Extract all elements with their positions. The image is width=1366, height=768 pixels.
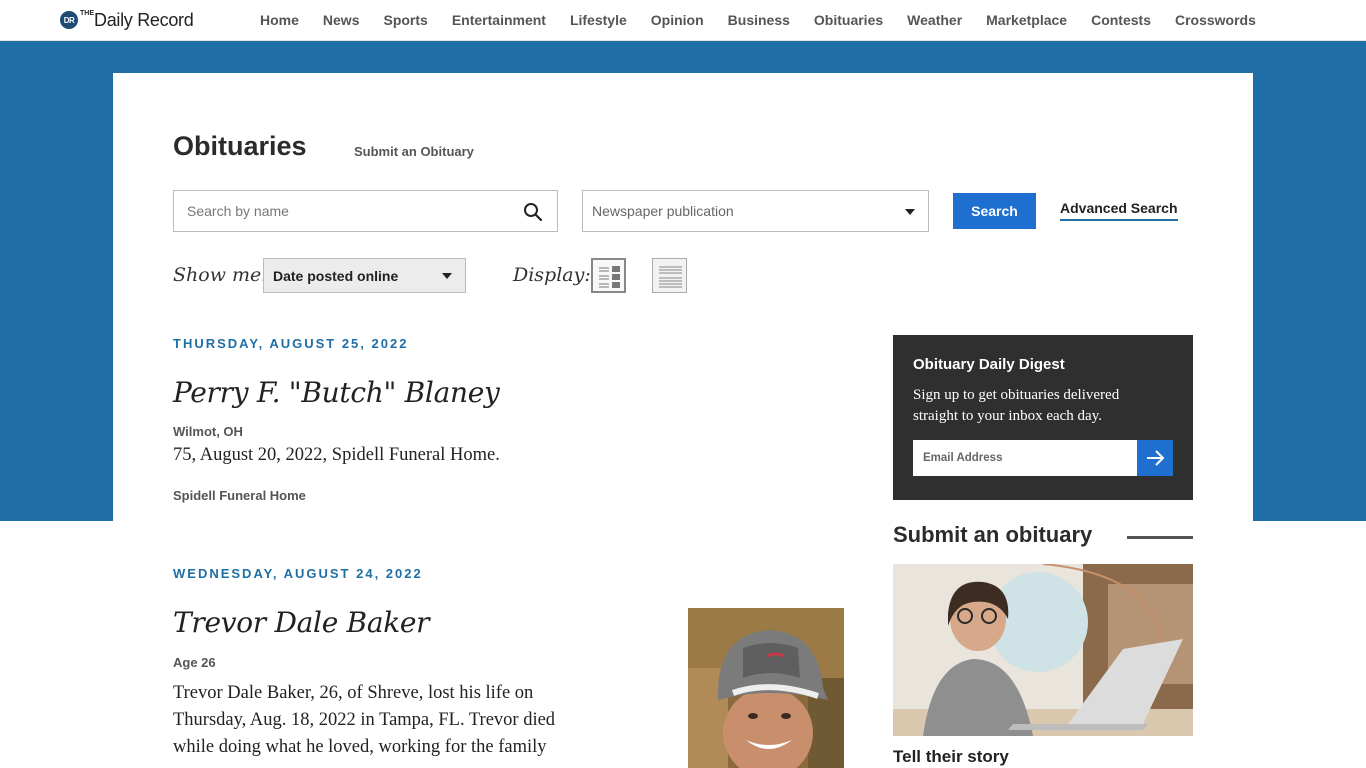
obituary-summary-line: Thursday, Aug. 18, 2022 in Tampa, FL. Tr…	[173, 710, 556, 730]
email-field[interactable]	[913, 440, 1137, 476]
obituary-location: Wilmot, OH	[173, 424, 243, 439]
heading-rule	[1127, 536, 1193, 539]
arrow-right-icon	[1147, 450, 1165, 466]
logo-badge: DR	[60, 11, 78, 29]
list-icon	[659, 266, 682, 288]
obituary-name-link[interactable]: Perry F. "Butch" Blaney	[173, 376, 500, 409]
advanced-search-link[interactable]: Advanced Search	[1060, 200, 1178, 221]
nav-item-entertainment[interactable]: Entertainment	[440, 12, 558, 28]
funeral-home-link[interactable]: Spidell Funeral Home	[173, 488, 306, 503]
nav-item-home[interactable]: Home	[248, 12, 311, 28]
site-logo[interactable]: DR THE Daily Record	[60, 9, 194, 30]
tell-their-story-link[interactable]: Tell their story	[893, 747, 1009, 767]
list-with-thumbnails-icon	[599, 266, 620, 288]
nav-item-obituaries[interactable]: Obituaries	[802, 12, 895, 28]
obituary-summary: Trevor Dale Baker, 26, of Shreve, lost h…	[173, 680, 555, 761]
nav-item-contests[interactable]: Contests	[1079, 12, 1163, 28]
name-search-input[interactable]	[174, 191, 504, 231]
nav-item-business[interactable]: Business	[716, 12, 802, 28]
search-button[interactable]: Search	[953, 193, 1036, 229]
logo-name: Daily Record	[94, 9, 194, 30]
nav-item-marketplace[interactable]: Marketplace	[974, 12, 1079, 28]
submit-obituary-link[interactable]: Submit an Obituary	[354, 144, 474, 159]
publication-select-value: Newspaper publication	[592, 203, 734, 219]
top-navigation: DR THE Daily Record Home News Sports Ent…	[0, 0, 1366, 41]
main-content: Obituaries Submit an Obituary Newspaper …	[0, 0, 1366, 768]
obituary-name-link[interactable]: Trevor Dale Baker	[173, 606, 430, 639]
obituary-summary-line: 75, August 20, 2022, Spidell Funeral Hom…	[173, 445, 500, 465]
obituary-age: Age 26	[173, 655, 216, 670]
page-title: Obituaries	[173, 131, 307, 161]
nav-item-sports[interactable]: Sports	[371, 12, 439, 28]
portrait-image	[688, 608, 844, 768]
digest-email-box	[913, 440, 1137, 476]
nav-item-news[interactable]: News	[311, 12, 372, 28]
obituary-summary: 75, August 20, 2022, Spidell Funeral Hom…	[173, 442, 500, 469]
display-label: Display:	[513, 264, 591, 286]
digest-title: Obituary Daily Digest	[913, 356, 1065, 373]
show-me-select[interactable]: Date posted online	[263, 258, 466, 293]
digest-description: Sign up to get obituaries delivered stra…	[913, 387, 1120, 424]
publication-select[interactable]: Newspaper publication	[582, 190, 929, 232]
digest-submit-button[interactable]	[1137, 440, 1173, 476]
name-search-box	[173, 190, 558, 232]
obituary-digest-signup: Obituary Daily Digest Sign up to get obi…	[893, 335, 1193, 500]
submit-obituary-heading: Submit an obituary	[893, 522, 1093, 547]
nav-item-opinion[interactable]: Opinion	[639, 12, 716, 28]
show-me-value: Date posted online	[273, 267, 399, 284]
nav-menu: Home News Sports Entertainment Lifestyle…	[248, 0, 1268, 40]
chevron-down-icon	[905, 209, 915, 215]
date-heading: THURSDAY, AUGUST 25, 2022	[173, 336, 409, 351]
nav-item-lifestyle[interactable]: Lifestyle	[558, 12, 639, 28]
display-list-thumbnails-button[interactable]	[591, 258, 626, 293]
nav-item-crosswords[interactable]: Crosswords	[1163, 12, 1268, 28]
obituary-photo[interactable]	[688, 608, 844, 768]
obituary-summary-line: Trevor Dale Baker, 26, of Shreve, lost h…	[173, 683, 534, 703]
submit-obituary-image[interactable]	[893, 564, 1193, 736]
logo-the: THE	[80, 10, 94, 17]
chevron-down-icon	[442, 273, 452, 279]
search-icon[interactable]	[523, 202, 543, 222]
woman-at-laptop-image	[893, 564, 1193, 736]
nav-item-weather[interactable]: Weather	[895, 12, 974, 28]
show-me-label: Show me:	[173, 264, 268, 286]
obituary-summary-line: while doing what he loved, working for t…	[173, 737, 547, 757]
display-list-button[interactable]	[652, 258, 687, 293]
date-heading: WEDNESDAY, AUGUST 24, 2022	[173, 566, 423, 581]
